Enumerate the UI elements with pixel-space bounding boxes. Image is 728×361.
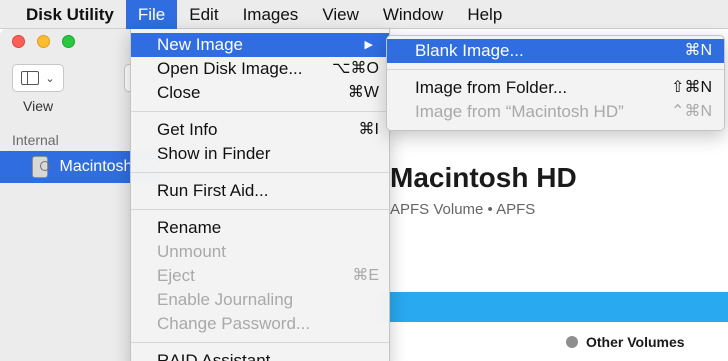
menu-item-label: Close <box>157 83 201 102</box>
menubar-file[interactable]: File <box>125 0 178 29</box>
menu-item-label: Unmount <box>157 242 226 261</box>
menu-item-label: Image from “Macintosh HD” <box>415 102 624 121</box>
menu-item-rename[interactable]: Rename <box>131 216 389 240</box>
menu-item-image-from-volume: Image from “Macintosh HD” ⌃⌘N <box>387 100 724 124</box>
menu-item-shortcut: ⌥⌘O <box>332 60 379 77</box>
sidebar-icon <box>21 71 40 85</box>
menubar-images[interactable]: Images <box>231 0 311 29</box>
menubar-help[interactable]: Help <box>455 0 514 29</box>
legend-dot <box>566 336 578 348</box>
new-image-submenu: Blank Image... ⌘N Image from Folder... ⇧… <box>386 35 725 131</box>
menu-item-shortcut: ⌘E <box>352 267 379 284</box>
close-window-button[interactable] <box>12 35 25 48</box>
menubar-app-name[interactable]: Disk Utility <box>0 0 126 29</box>
minimize-window-button[interactable] <box>37 35 50 48</box>
menu-separator <box>131 342 389 343</box>
menu-item-shortcut: ⌘N <box>684 42 712 59</box>
usage-bar <box>380 292 728 322</box>
menu-item-label: Eject <box>157 266 195 285</box>
view-label: View <box>23 98 54 114</box>
menu-item-blank-image[interactable]: Blank Image... ⌘N <box>387 39 724 63</box>
menu-separator <box>131 111 389 112</box>
menu-item-label: Open Disk Image... <box>157 59 303 78</box>
menu-item-show-in-finder[interactable]: Show in Finder <box>131 142 389 166</box>
menu-item-label: Get Info <box>157 120 218 139</box>
legend-label: Other Volumes <box>586 334 685 350</box>
menu-item-unmount: Unmount <box>131 240 389 264</box>
sidebar-section-internal: Internal <box>12 132 59 148</box>
menu-item-change-password: Change Password... <box>131 312 389 336</box>
view-button[interactable]: ⌄ <box>12 64 64 92</box>
menu-separator <box>131 172 389 173</box>
menu-item-label: Blank Image... <box>415 41 524 60</box>
menu-item-get-info[interactable]: Get Info ⌘I <box>131 118 389 142</box>
menu-item-eject: Eject ⌘E <box>131 264 389 288</box>
zoom-window-button[interactable] <box>62 35 75 48</box>
menu-separator <box>387 69 724 70</box>
menubar-edit[interactable]: Edit <box>177 0 230 29</box>
submenu-arrow-icon: ▶ <box>364 39 373 51</box>
menu-item-enable-journaling: Enable Journaling <box>131 288 389 312</box>
disk-icon <box>32 156 50 178</box>
menubar-window[interactable]: Window <box>371 0 455 29</box>
volume-subtitle: APFS Volume • APFS <box>390 201 536 218</box>
menu-item-label: Enable Journaling <box>157 290 294 309</box>
menu-bar: Disk Utility File Edit Images View Windo… <box>0 0 728 29</box>
menu-separator <box>131 209 389 210</box>
volume-title: Macintosh HD <box>390 162 577 193</box>
menu-item-shortcut: ⌘W <box>347 84 379 101</box>
menu-item-label: RAID Assistant... <box>157 351 285 361</box>
menu-item-shortcut: ⇧⌘N <box>671 79 712 96</box>
menu-item-label: Change Password... <box>157 314 311 333</box>
menu-item-label: Run First Aid... <box>157 181 269 200</box>
menu-item-close[interactable]: Close ⌘W <box>131 81 389 105</box>
legend-other-volumes: Other Volumes <box>566 334 685 350</box>
chevron-down-icon: ⌄ <box>45 72 55 85</box>
menu-item-new-image[interactable]: New Image ▶ <box>131 33 389 57</box>
menu-item-run-first-aid[interactable]: Run First Aid... <box>131 179 389 203</box>
menu-item-label: Rename <box>157 218 222 237</box>
menu-item-label: New Image <box>157 35 243 54</box>
menu-item-shortcut: ⌃⌘N <box>671 103 712 120</box>
menu-item-open-disk-image[interactable]: Open Disk Image... ⌥⌘O <box>131 57 389 81</box>
menu-item-label: Image from Folder... <box>415 78 568 97</box>
menu-item-label: Show in Finder <box>157 144 271 163</box>
file-menu: New Image ▶ Open Disk Image... ⌥⌘O Close… <box>130 29 390 361</box>
menu-item-shortcut: ⌘I <box>358 121 379 138</box>
menubar-view[interactable]: View <box>310 0 371 29</box>
menu-item-raid-assistant[interactable]: RAID Assistant... <box>131 349 389 361</box>
menu-item-image-from-folder[interactable]: Image from Folder... ⇧⌘N <box>387 76 724 100</box>
